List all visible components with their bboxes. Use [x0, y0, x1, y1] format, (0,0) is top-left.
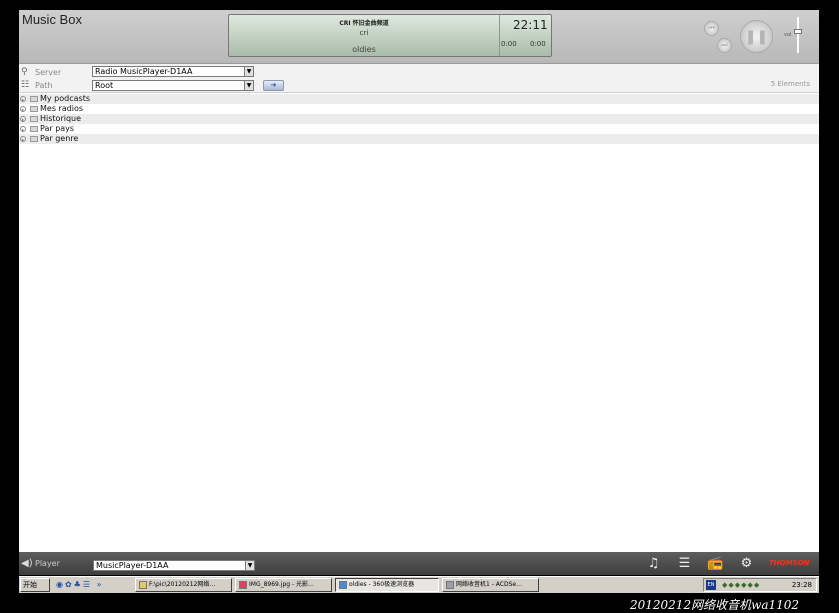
app-icon — [446, 580, 454, 589]
station-subtitle: cri — [359, 29, 369, 37]
folder-tree: ▸ My podcasts ▸ Mes radios ▸ Historique … — [19, 94, 819, 144]
taskbar-item-label: 网络收音机1 - ACDSe… — [456, 581, 523, 588]
radio-icon[interactable]: 📻 — [707, 555, 724, 572]
taskbar-item-label: oldies - 360极速浏览器 — [349, 581, 415, 588]
screen: Music Box CRI 怀旧金曲频道 cri oldies 22:11 0:… — [0, 0, 839, 613]
start-button[interactable]: 开始 — [20, 578, 50, 592]
now-playing-display: CRI 怀旧金曲频道 cri oldies 22:11 0:00 0:00 — [228, 14, 552, 57]
header: Music Box CRI 怀旧金曲频道 cri oldies 22:11 0:… — [19, 10, 819, 64]
tray-clock: 23:28 — [791, 581, 812, 589]
expand-icon[interactable]: ▸ — [20, 116, 26, 122]
taskbar-item-browser[interactable]: oldies - 360极速浏览器 — [335, 578, 439, 592]
server-icon: ⚲ — [21, 67, 28, 77]
tree-item-label: Par genre — [40, 134, 79, 143]
brand-logo: THOMSON — [769, 559, 810, 567]
expand-icon[interactable]: ▸ — [20, 136, 26, 142]
quick-launch-icons[interactable]: ◉✿♣☰ » — [56, 579, 126, 592]
station-name: CRI 怀旧金曲频道 — [339, 20, 389, 27]
clock: 22:11 — [513, 18, 548, 32]
volume-knob[interactable] — [794, 29, 802, 34]
image-icon — [239, 580, 247, 589]
elapsed-time: 0:00 — [501, 40, 517, 48]
rss-icon[interactable]: ☰ — [676, 555, 693, 572]
player-label: Player — [35, 559, 60, 568]
player-bar: ◀) Player MusicPlayer-D1AA ▼ ♫ ☰ 📻 ⚙ THO… — [19, 552, 819, 575]
volume-track — [797, 17, 799, 53]
chevron-down-icon[interactable]: ▼ — [245, 561, 254, 570]
windows-taskbar: 开始 ◉✿♣☰ » F:\pic\20120212网络… IMG_8969.jp… — [19, 576, 819, 593]
tree-item-label: Mes radios — [40, 104, 84, 113]
next-button[interactable]: ⏭ — [717, 38, 732, 53]
element-count: 5 Elements — [770, 80, 810, 88]
tree-item-mes-radios[interactable]: ▸ Mes radios — [19, 104, 819, 114]
volume-label: vol — [784, 32, 792, 38]
tree-item-my-podcasts[interactable]: ▸ My podcasts — [19, 94, 819, 104]
language-indicator[interactable]: EN — [706, 580, 716, 590]
server-select[interactable]: Radio MusicPlayer-D1AA ▼ — [92, 66, 254, 77]
music-box-app: Music Box CRI 怀旧金曲频道 cri oldies 22:11 0:… — [19, 10, 819, 575]
photo-caption: 20120212网络收音机wa1102 — [630, 598, 800, 612]
selector-bar: ⚲ Server Radio MusicPlayer-D1AA ▼ ☷ Path… — [19, 64, 819, 93]
speaker-icon: ◀) — [21, 558, 33, 569]
folder-icon — [30, 96, 38, 102]
chevron-down-icon[interactable]: ▼ — [244, 67, 253, 76]
app-title: Music Box — [22, 12, 82, 27]
folder-icon — [30, 136, 38, 142]
previous-button[interactable]: ⏮ — [704, 21, 719, 36]
expand-icon[interactable]: ▸ — [20, 106, 26, 112]
taskbar-item-explorer[interactable]: F:\pic\20120212网络… — [135, 578, 232, 592]
path-value: Root — [95, 81, 114, 90]
gear-icon[interactable]: ⚙ — [738, 555, 755, 572]
folder-icon — [30, 126, 38, 132]
player-select[interactable]: MusicPlayer-D1AA ▼ — [93, 560, 255, 571]
volume-slider[interactable] — [794, 17, 802, 53]
taskbar-item-image-viewer[interactable]: IMG_8969.jpg - 光影… — [235, 578, 332, 592]
tree-item-par-genre[interactable]: ▸ Par genre — [19, 134, 819, 144]
expand-icon[interactable]: ▸ — [20, 96, 26, 102]
tree-item-label: My podcasts — [40, 94, 91, 103]
tree-item-label: Par pays — [40, 124, 75, 133]
tree-item-label: Historique — [40, 114, 82, 123]
folder-icon — [30, 106, 38, 112]
music-icon[interactable]: ♫ — [645, 555, 662, 572]
taskbar-item-acdsee[interactable]: 网络收音机1 - ACDSe… — [442, 578, 539, 592]
taskbar-item-label: IMG_8969.jpg - 光影… — [249, 581, 315, 588]
go-button[interactable]: ➔ — [263, 80, 284, 91]
folder-icon — [30, 116, 38, 122]
player-value: MusicPlayer-D1AA — [96, 561, 169, 570]
system-tray: EN ◆◆◆◆◆◆ 23:28 — [703, 578, 817, 592]
taskbar-item-label: F:\pic\20120212网络… — [149, 581, 216, 588]
path-select[interactable]: Root ▼ — [92, 80, 254, 91]
pause-button[interactable]: ❚❚ — [740, 20, 773, 53]
tree-item-historique[interactable]: ▸ Historique — [19, 114, 819, 124]
chevron-down-icon[interactable]: ▼ — [244, 81, 253, 90]
folder-icon — [139, 580, 147, 589]
remaining-time: 0:00 — [530, 40, 546, 48]
now-playing-main: CRI 怀旧金曲频道 cri oldies — [229, 15, 500, 56]
expand-icon[interactable]: ▸ — [20, 126, 26, 132]
station-genre: oldies — [352, 45, 376, 54]
tray-icons[interactable]: ◆◆◆◆◆◆ — [722, 579, 760, 591]
path-label: Path — [35, 81, 53, 90]
server-label: Server — [35, 68, 62, 77]
path-icon: ☷ — [21, 80, 30, 90]
tree-item-par-pays[interactable]: ▸ Par pays — [19, 124, 819, 134]
server-value: Radio MusicPlayer-D1AA — [95, 67, 193, 76]
browser-icon — [339, 580, 347, 589]
